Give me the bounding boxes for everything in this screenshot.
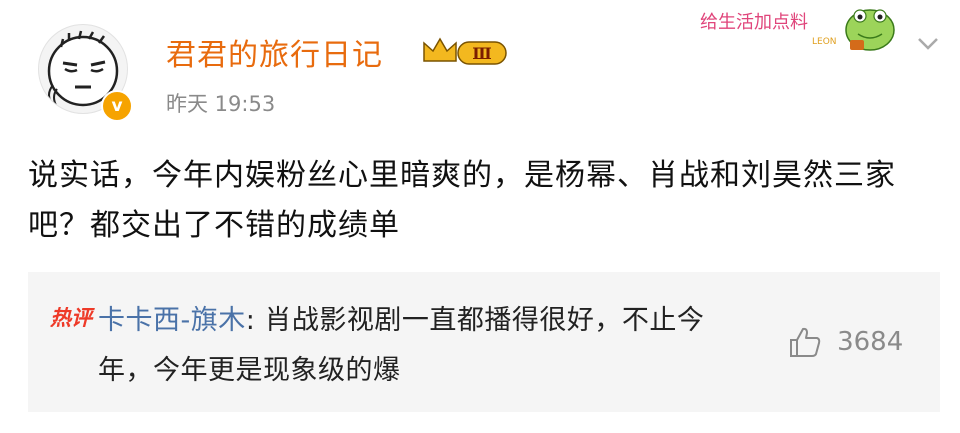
timestamp: 昨天 19:53 <box>166 92 276 116</box>
like-button[interactable]: 3684 <box>788 326 903 362</box>
chevron-down-icon[interactable] <box>916 36 940 52</box>
hot-comment-tag: 热评 <box>50 306 92 330</box>
post-content: 说实话，今年内娱粉丝心里暗爽的，是杨幂、肖战和刘昊然三家吧？都交出了不错的成绩单 <box>28 158 896 243</box>
username[interactable]: 君君的旅行日记 <box>166 30 383 74</box>
comment-author[interactable]: 卡卡西-旗木 <box>98 305 246 336</box>
sticker-sub: LEON <box>812 37 837 47</box>
verified-icon: v <box>101 90 133 122</box>
like-count: 3684 <box>837 327 904 357</box>
thumbs-up-icon <box>790 327 821 357</box>
sticker-text: 给生活加点料 <box>700 12 808 33</box>
comment-separator: : <box>245 305 265 336</box>
hot-comment[interactable]: 热评 卡卡西-旗木: 肖战影视剧一直都播得很好，不止今年，今年更是现象级的爆 3… <box>28 272 940 412</box>
comment-body: 卡卡西-旗木: 肖战影视剧一直都播得很好，不止今年，今年更是现象级的爆 <box>98 296 758 396</box>
frog-icon <box>845 9 895 51</box>
vip-crown-badge-icon[interactable]: Ⅲ <box>420 35 510 69</box>
sticker-logo: 给生活加点料 LEON <box>700 9 895 51</box>
badge-level: Ⅲ <box>472 44 491 63</box>
